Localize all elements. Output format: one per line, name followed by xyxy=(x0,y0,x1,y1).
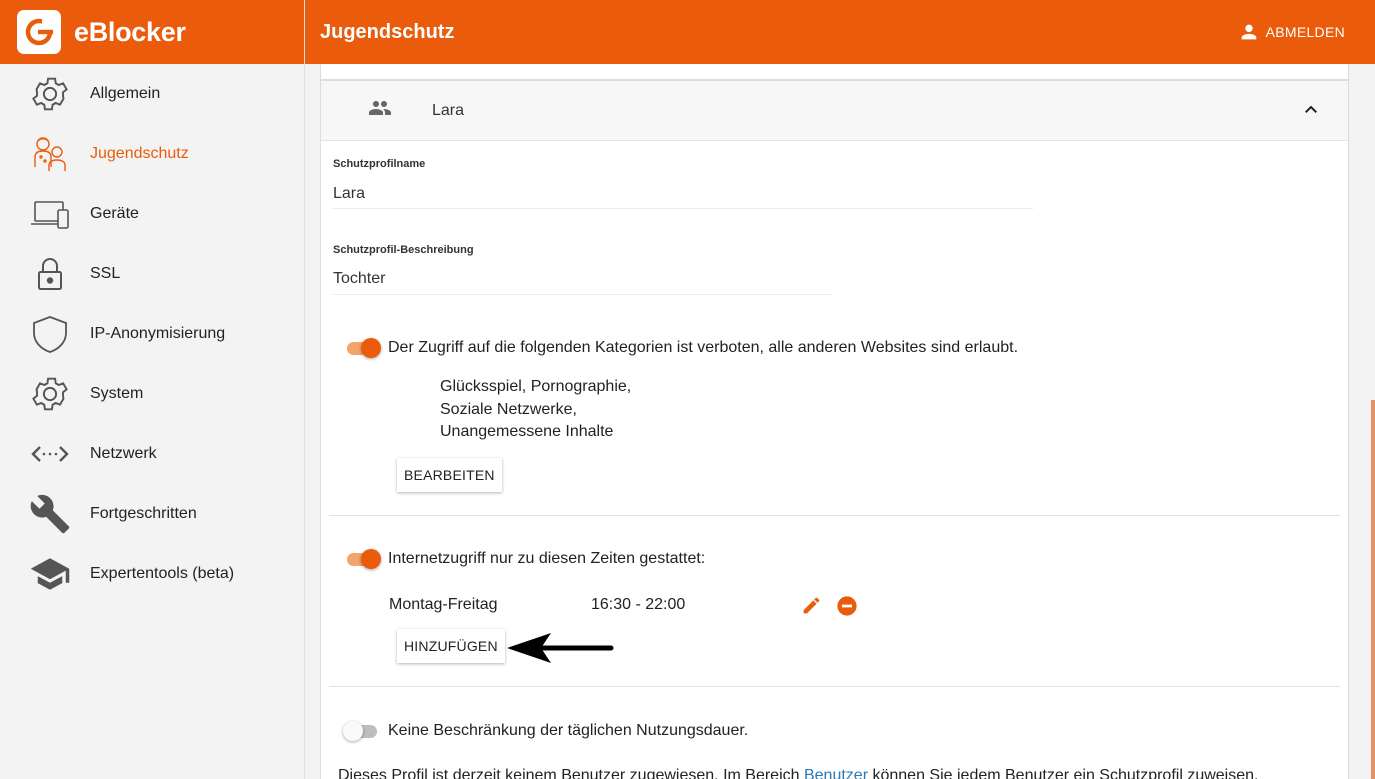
wrench-icon xyxy=(28,492,72,536)
profile-name-label: Schutzprofilname xyxy=(333,158,426,170)
sidebar-item-label: Netzwerk xyxy=(90,445,157,462)
sidebar-item-label: Expertentools (beta) xyxy=(90,565,235,582)
profile-header-name: Lara xyxy=(432,101,465,119)
sidebar-item-label: IP-Anonymisierung xyxy=(90,325,226,342)
sidebar-item-label: Fortgeschritten xyxy=(90,505,197,522)
profile-assignment-note: Dieses Profil ist derzeit keinem Benutze… xyxy=(338,767,1258,779)
category-block-text: Der Zugriff auf die folgenden Kategorien… xyxy=(388,339,1019,356)
devices-icon xyxy=(28,192,72,236)
previous-profile-card xyxy=(320,64,1349,80)
sidebar-item-label: System xyxy=(90,385,144,402)
family-icon xyxy=(28,132,72,176)
sidebar-item-netzwerk[interactable]: Netzwerk xyxy=(0,424,304,484)
chevron-up-icon[interactable] xyxy=(1302,101,1320,124)
sidebar-item-label: Allgemein xyxy=(90,85,161,102)
people-icon xyxy=(368,96,392,125)
page-title: Jugendschutz xyxy=(320,20,455,43)
scrollbar[interactable] xyxy=(1371,400,1375,779)
logout-button[interactable]: ABMELDEN xyxy=(1238,0,1345,64)
eblocker-logo-icon xyxy=(17,10,61,54)
profile-description-field[interactable]: Tochter xyxy=(333,270,385,288)
profile-card: Lara Schutzprofilname Lara Schutzprofil-… xyxy=(320,80,1349,779)
profile-description-label: Schutzprofil-Beschreibung xyxy=(333,244,474,256)
sidebar-item-ssl[interactable]: SSL xyxy=(0,244,304,304)
category-block-toggle[interactable] xyxy=(345,338,381,358)
note-text: Dieses Profil ist derzeit keinem Benutze… xyxy=(338,767,804,779)
profile-name-underline xyxy=(333,208,1033,209)
sidebar-item-expertentools[interactable]: Expertentools (beta) xyxy=(0,544,304,604)
category-list-line-2: Soziale Netzwerke, xyxy=(440,401,577,418)
time-restriction-text: Internetzugriff nur zu diesen Zeiten ges… xyxy=(388,550,706,567)
schedule-time: 16:30 - 22:00 xyxy=(591,596,686,613)
app-name: eBlocker xyxy=(74,16,186,47)
category-list-line-3: Unangemessene Inhalte xyxy=(440,423,614,440)
graduation-cap-icon xyxy=(28,552,72,596)
logout-label: ABMELDEN xyxy=(1265,24,1345,40)
sidebar-item-label: Jugendschutz xyxy=(90,145,189,162)
sidebar-item-geraete[interactable]: Geräte xyxy=(0,184,304,244)
sidebar-item-ip-anonymisierung[interactable]: IP-Anonymisierung xyxy=(0,304,304,364)
network-icon xyxy=(28,432,72,476)
users-link[interactable]: Benutzer xyxy=(804,767,868,779)
divider xyxy=(329,686,1340,687)
usage-limit-text: Keine Beschränkung der täglichen Nutzung… xyxy=(388,722,749,739)
time-restriction-toggle[interactable] xyxy=(345,549,381,569)
gear-icon xyxy=(28,72,72,116)
top-bar: Jugendschutz ABMELDEN xyxy=(305,0,1375,64)
profile-name-field[interactable]: Lara xyxy=(333,185,365,203)
sidebar: eBlocker Allgemein Jugendschutz Geräte S… xyxy=(0,0,305,779)
usage-limit-toggle[interactable] xyxy=(343,721,379,741)
main-content: Lara Schutzprofilname Lara Schutzprofil-… xyxy=(305,64,1375,779)
person-icon xyxy=(1241,24,1256,40)
gear-icon xyxy=(28,372,72,416)
edit-schedule-pencil-icon[interactable] xyxy=(801,595,822,621)
arrow-left-icon xyxy=(505,630,615,671)
sidebar-item-label: SSL xyxy=(90,265,121,282)
category-list-line-1: Glücksspiel, Pornographie, xyxy=(440,378,632,395)
sidebar-item-system[interactable]: System xyxy=(0,364,304,424)
sidebar-item-jugendschutz[interactable]: Jugendschutz xyxy=(0,124,304,184)
add-schedule-button[interactable]: HINZUFÜGEN xyxy=(397,629,505,663)
sidebar-item-label: Geräte xyxy=(90,205,139,222)
sidebar-item-allgemein[interactable]: Allgemein xyxy=(0,64,304,124)
lock-icon xyxy=(28,252,72,296)
sidebar-item-fortgeschritten[interactable]: Fortgeschritten xyxy=(0,484,304,544)
brand[interactable]: eBlocker xyxy=(0,0,304,64)
divider xyxy=(329,515,1340,516)
remove-schedule-minus-icon[interactable] xyxy=(836,595,858,622)
profile-description-underline xyxy=(333,294,833,295)
profile-card-header[interactable]: Lara xyxy=(321,81,1348,141)
sidebar-nav: Allgemein Jugendschutz Geräte SSL IP-Ano… xyxy=(0,64,304,604)
schedule-days: Montag-Freitag xyxy=(389,596,498,613)
note-text: können Sie jedem Benutzer ein Schutzprof… xyxy=(868,767,1259,779)
edit-categories-button[interactable]: BEARBEITEN xyxy=(397,458,502,492)
shield-icon xyxy=(28,312,72,356)
